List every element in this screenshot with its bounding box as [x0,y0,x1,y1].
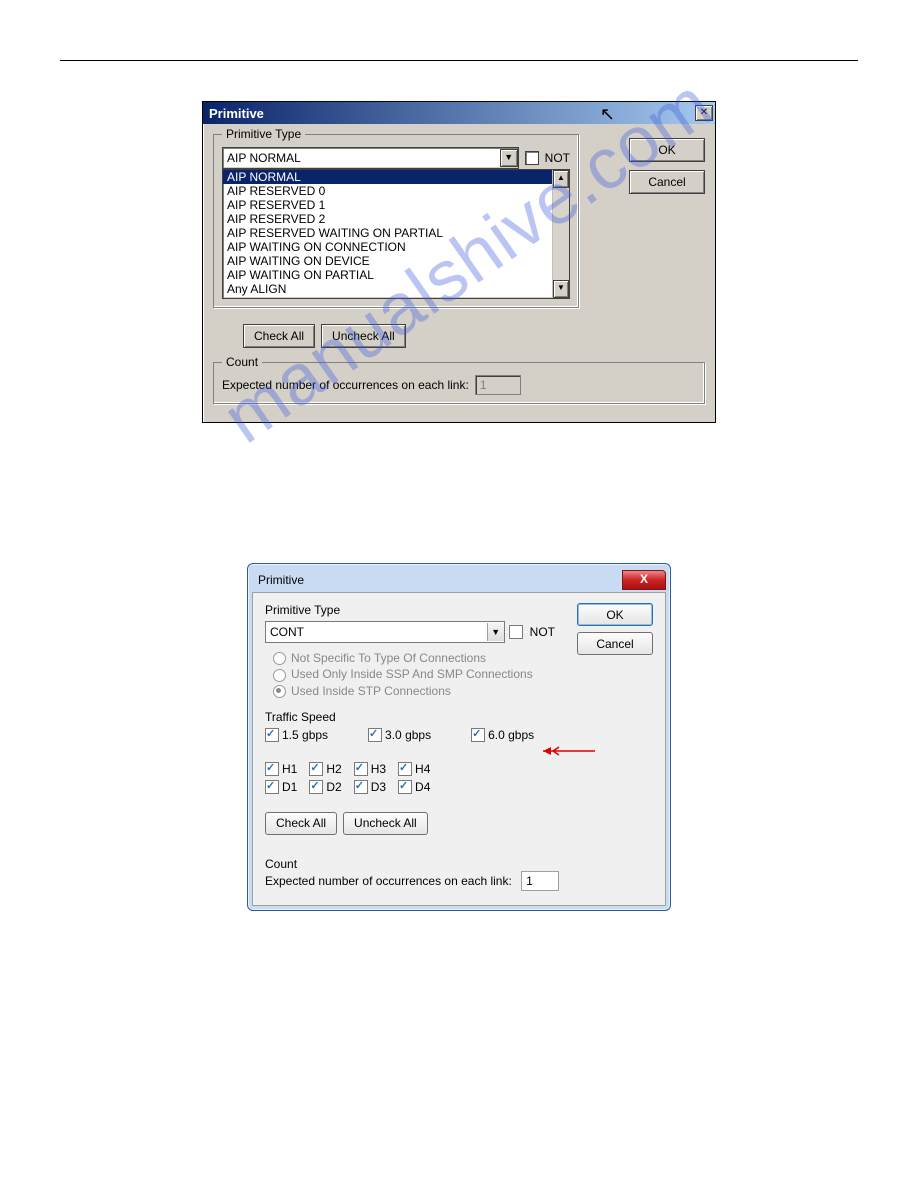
not-checkbox[interactable] [525,151,539,165]
ok-button[interactable]: OK [629,138,705,162]
speed-option[interactable]: 6.0 gbps [471,728,534,742]
speed-checkbox[interactable] [368,728,382,742]
h-option[interactable]: H1 [265,762,297,776]
connection-type-radio-row: Used Only Inside SSP And SMP Connections [273,667,653,681]
h-option[interactable]: H3 [354,762,386,776]
primitive-type-listbox[interactable]: AIP NORMALAIP RESERVED 0AIP RESERVED 1AI… [222,169,570,299]
primitive-dialog-win7: Primitive X OK Cancel Primitive Type CON… [247,563,671,911]
radio-button [273,669,286,682]
list-item[interactable]: AIP WAITING ON DEVICE [223,254,552,268]
scroll-up-button[interactable]: ▲ [553,170,569,188]
count-heading: Count [265,857,653,871]
ok-button[interactable]: OK [577,603,653,626]
list-item[interactable]: AIP WAITING ON CONNECTION [223,240,552,254]
cursor-icon: ↖ [600,104,615,125]
d-label: D1 [282,780,297,794]
list-item[interactable]: AIP RESERVED WAITING ON PARTIAL [223,226,552,240]
radio-button [273,685,286,698]
close-button[interactable]: X [622,570,666,590]
d-checkbox[interactable] [398,780,412,794]
h-option[interactable]: H4 [398,762,430,776]
h-option[interactable]: H2 [309,762,341,776]
d-option[interactable]: D1 [265,780,297,794]
primitive-type-combo[interactable]: AIP NORMAL ▼ [222,147,519,169]
titlebar[interactable]: Primitive X [252,568,666,592]
cancel-button[interactable]: Cancel [629,170,705,194]
d-label: D3 [371,780,386,794]
speed-option[interactable]: 3.0 gbps [368,728,431,742]
red-arrow-icon [543,745,595,755]
primitive-type-group-label: Primitive Type [222,127,305,141]
speed-checkbox[interactable] [265,728,279,742]
not-checkbox-label: NOT [530,625,555,639]
h-label: H4 [415,762,430,776]
listbox-scrollbar[interactable]: ▲ ▼ [552,170,569,298]
speed-option[interactable]: 1.5 gbps [265,728,328,742]
speed-label: 1.5 gbps [282,728,328,742]
h-label: H3 [371,762,386,776]
list-item[interactable]: Any ALIGN [223,282,552,296]
list-item[interactable]: AIP RESERVED 2 [223,212,552,226]
check-all-button[interactable]: Check All [243,324,315,348]
count-group-label: Count [222,355,262,369]
speed-checkbox[interactable] [471,728,485,742]
d-option[interactable]: D2 [309,780,341,794]
d-checkbox[interactable] [354,780,368,794]
d-option[interactable]: D3 [354,780,386,794]
h-checkbox[interactable] [265,762,279,776]
not-checkbox-label: NOT [545,151,570,165]
list-item[interactable]: AIP RESERVED 1 [223,198,552,212]
d-label: D2 [326,780,341,794]
count-input[interactable]: 1 [521,871,559,891]
chevron-down-icon[interactable]: ▼ [487,623,504,641]
radio-button [273,652,286,665]
not-checkbox[interactable] [509,625,523,639]
dialog-title: Primitive [209,106,264,121]
combo-selected-text: CONT [270,625,304,639]
h-label: H2 [326,762,341,776]
count-label: Expected number of occurrences on each l… [265,874,512,888]
cancel-button[interactable]: Cancel [577,632,653,655]
chevron-down-icon[interactable]: ▼ [500,149,518,167]
uncheck-all-button[interactable]: Uncheck All [321,324,406,348]
speed-label: 3.0 gbps [385,728,431,742]
traffic-speed-label: Traffic Speed [265,710,653,724]
uncheck-all-button[interactable]: Uncheck All [343,812,428,835]
d-checkbox[interactable] [265,780,279,794]
connection-type-radio-row: Used Inside STP Connections [273,684,653,698]
primitive-dialog-classic: Primitive ↖ ✕ OK Cancel Primitive Type A… [202,101,716,423]
scroll-down-button[interactable]: ▼ [553,280,569,298]
combo-selected-text: AIP NORMAL [227,151,301,165]
radio-label: Used Only Inside SSP And SMP Connections [291,667,533,681]
d-checkbox[interactable] [309,780,323,794]
primitive-type-combo[interactable]: CONT ▼ [265,621,505,643]
speed-label: 6.0 gbps [488,728,534,742]
count-label: Expected number of occurrences on each l… [222,378,469,392]
h-checkbox[interactable] [398,762,412,776]
list-item[interactable]: AIP NORMAL [223,170,552,184]
radio-label: Used Inside STP Connections [291,684,451,698]
titlebar[interactable]: Primitive ↖ ✕ [203,102,715,124]
list-item[interactable]: AIP RESERVED 0 [223,184,552,198]
d-label: D4 [415,780,430,794]
count-input: 1 [475,375,521,395]
h-checkbox[interactable] [354,762,368,776]
dialog-title: Primitive [258,573,304,587]
check-all-button[interactable]: Check All [265,812,337,835]
d-option[interactable]: D4 [398,780,430,794]
close-button[interactable]: ✕ [695,105,713,121]
h-checkbox[interactable] [309,762,323,776]
page-divider [60,60,858,61]
h-label: H1 [282,762,297,776]
radio-label: Not Specific To Type Of Connections [291,651,486,665]
list-item[interactable]: AIP WAITING ON PARTIAL [223,268,552,282]
